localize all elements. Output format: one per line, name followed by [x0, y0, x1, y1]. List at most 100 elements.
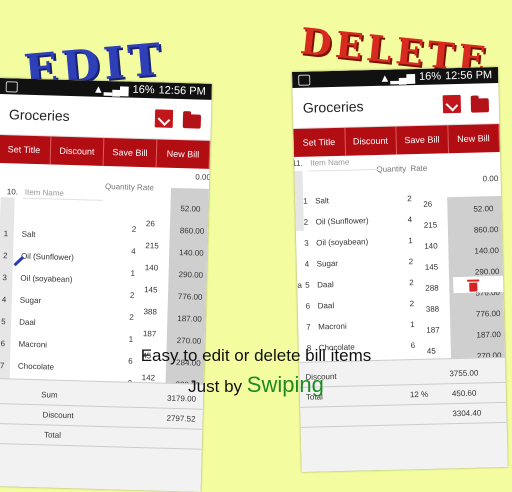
- discount-button[interactable]: Discount: [50, 136, 105, 166]
- row-item-name: Oil (Sunflower): [20, 251, 75, 263]
- row-index: 1: [3, 229, 9, 239]
- row-index: 6: [305, 301, 311, 311]
- row-item-name: Daal: [19, 317, 36, 328]
- row-rate: 26: [423, 199, 433, 209]
- row-index: 4: [304, 259, 310, 269]
- row-index: 5: [1, 317, 6, 327]
- row-item-name: Oil (Sunflower): [315, 216, 369, 227]
- row-rate: 140: [144, 263, 159, 273]
- row-quantity: 1: [408, 236, 413, 246]
- row-amount: 140.00: [179, 248, 204, 258]
- caption-swiping: Swiping: [246, 372, 324, 397]
- row-amount: 52.00: [180, 204, 201, 214]
- save-bill-button[interactable]: Save Bill: [103, 137, 158, 168]
- new-row-amount: 0.00: [195, 172, 212, 182]
- row-item-name: Oil (soyabean): [20, 273, 73, 285]
- row-rate: 215: [423, 220, 438, 230]
- item-name-underline: [308, 168, 379, 172]
- row-amount: 776.00: [177, 292, 203, 302]
- item-name-underline: [22, 197, 103, 201]
- clock-label: 12:56 PM: [158, 84, 206, 98]
- row-amount: 776.00: [475, 308, 501, 319]
- item-name-header[interactable]: Item Name: [310, 158, 349, 168]
- trash-icon[interactable]: [469, 282, 478, 292]
- row-index: 2: [2, 251, 8, 261]
- row-rate: 26: [145, 219, 156, 229]
- row-quantity: 1: [128, 334, 134, 344]
- row-index: 1: [303, 196, 308, 206]
- pdf-icon[interactable]: [442, 94, 462, 114]
- discount-value: 2797.52: [166, 413, 196, 424]
- phone-left: ▲▂▄▆ 16% 12:56 PM Groceries Set Title Di…: [0, 78, 212, 492]
- row-quantity: 2: [407, 194, 412, 204]
- set-title-button[interactable]: Set Title: [293, 127, 346, 157]
- row-quantity: 2: [129, 312, 134, 322]
- row-index: 5: [305, 280, 310, 290]
- discount-label: Discount: [42, 410, 74, 421]
- row-amount: 187.00: [177, 314, 202, 324]
- row-index: 4: [1, 295, 7, 305]
- caption-prefix: Just by: [188, 377, 243, 396]
- row-rate: 187: [142, 329, 157, 339]
- item-name-header[interactable]: Item Name: [25, 188, 64, 198]
- row-rate: 388: [143, 307, 158, 317]
- row-rate: 215: [145, 241, 159, 251]
- row-quantity: 4: [407, 215, 413, 225]
- row-quantity: 2: [409, 278, 414, 288]
- notification-icon: [298, 74, 311, 86]
- row-amount: 290.00: [178, 270, 204, 280]
- row-item-name: Daal: [317, 301, 335, 311]
- row-rate: 388: [425, 304, 440, 314]
- new-bill-button[interactable]: New Bill: [447, 123, 501, 154]
- battery-label: 16%: [418, 70, 442, 83]
- rate-header[interactable]: Rate: [137, 183, 154, 192]
- row-quantity: 4: [131, 246, 136, 256]
- row-amount: 187.00: [476, 329, 502, 340]
- new-row-index: 10.: [6, 187, 19, 197]
- app-bar: Groceries: [0, 93, 212, 141]
- discount-button[interactable]: Discount: [344, 126, 398, 156]
- row-index: 7: [306, 322, 311, 332]
- row-item-name: Sugar: [316, 258, 339, 269]
- set-title-button[interactable]: Set Title: [0, 134, 52, 165]
- signal-icon: ▲▂▄▆: [92, 83, 129, 97]
- row-quantity: 1: [130, 268, 136, 278]
- new-row-index: 11.: [292, 158, 303, 169]
- save-bill-button[interactable]: Save Bill: [396, 125, 449, 155]
- quantity-header[interactable]: Quantity: [376, 164, 406, 174]
- row-amount: 270.00: [176, 336, 202, 346]
- folder-icon[interactable]: [182, 113, 202, 129]
- row-item-name: Salt: [21, 229, 36, 240]
- row-quantity: 2: [129, 290, 135, 300]
- notification-icon: [5, 80, 18, 92]
- swiped-row-slot: [453, 275, 504, 294]
- grand-total: 3304.40: [452, 408, 482, 419]
- caption-line-1: Easy to edit or delete bill items: [140, 346, 372, 365]
- row-quantity: 2: [408, 257, 414, 267]
- row-amount: 140.00: [474, 245, 500, 256]
- pdf-icon[interactable]: [154, 109, 174, 128]
- row-rate: 140: [424, 241, 438, 251]
- row-item-name: Daal: [317, 280, 334, 290]
- grand-total-row: 3304.40: [300, 401, 507, 428]
- row-quantity: 1: [410, 320, 415, 330]
- page-title: Groceries: [302, 98, 364, 116]
- caption-line-2: Just by Swiping: [0, 372, 512, 398]
- row-quantity: 2: [131, 224, 137, 234]
- row-partial-name: uja: [292, 280, 303, 291]
- quantity-header[interactable]: Quantity: [105, 182, 135, 192]
- app-bar: Groceries: [292, 82, 500, 129]
- folder-icon[interactable]: [470, 97, 490, 113]
- pencil-icon[interactable]: [13, 255, 25, 267]
- page-title: Groceries: [8, 106, 70, 124]
- battery-label: 16%: [132, 83, 155, 97]
- new-bill-button[interactable]: New Bill: [156, 139, 211, 169]
- row-item-name: Salt: [315, 196, 330, 206]
- row-rate: 145: [144, 285, 158, 295]
- row-rate: 288: [425, 283, 439, 293]
- row-rate: 145: [424, 262, 439, 272]
- rate-header[interactable]: Rate: [410, 164, 427, 173]
- row-amount: 860.00: [473, 225, 499, 235]
- row-item-name: Sugar: [19, 295, 42, 306]
- row-index: 3: [2, 273, 8, 283]
